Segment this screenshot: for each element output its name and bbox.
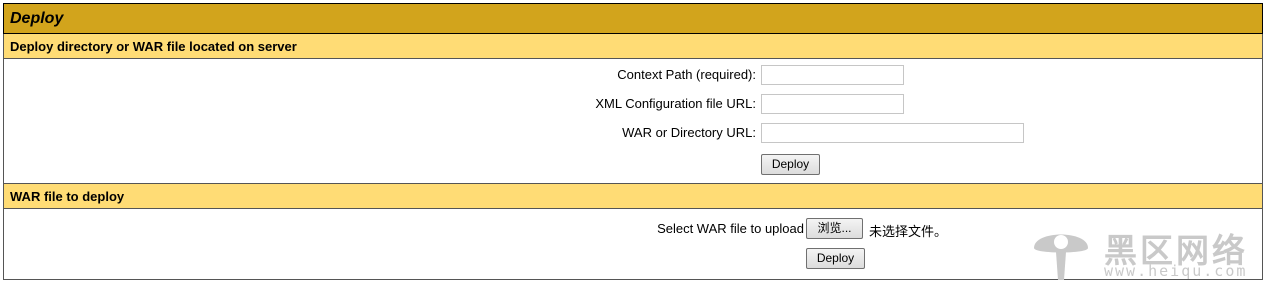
deploy-upload-button[interactable]: Deploy [806,248,865,269]
no-file-selected-text: 未选择文件。 [869,224,948,239]
server-deploy-form-row: Context Path (required): XML Configurati… [3,58,1263,184]
deploy-title-row: Deploy [3,3,1263,34]
server-deploy-form: Context Path (required): XML Configurati… [3,58,1263,184]
upload-deploy-header-row: WAR file to deploy [3,183,1263,209]
tomcat-manager-page: Deploy Deploy directory or WAR file loca… [0,0,1263,290]
war-url-label: WAR or Directory URL: [622,125,756,140]
deploy-server-button[interactable]: Deploy [761,154,820,175]
config-url-input[interactable] [761,94,904,114]
context-path-input[interactable] [761,65,904,85]
mushroom-logo-icon [1034,234,1088,280]
deploy-title: Deploy [3,3,1263,34]
upload-deploy-header: WAR file to deploy [3,183,1263,209]
context-path-label: Context Path (required): [617,67,756,82]
watermark-url: www.heiqu.com [1104,262,1248,280]
browse-button[interactable]: 浏览... [806,218,863,239]
server-deploy-header: Deploy directory or WAR file located on … [3,33,1263,59]
war-url-input[interactable] [761,123,1024,143]
server-deploy-header-row: Deploy directory or WAR file located on … [3,33,1263,59]
config-url-label: XML Configuration file URL: [595,96,756,111]
select-war-label: Select WAR file to upload [657,221,804,236]
watermark: 黑区网络 www.heiqu.com [1028,222,1260,286]
